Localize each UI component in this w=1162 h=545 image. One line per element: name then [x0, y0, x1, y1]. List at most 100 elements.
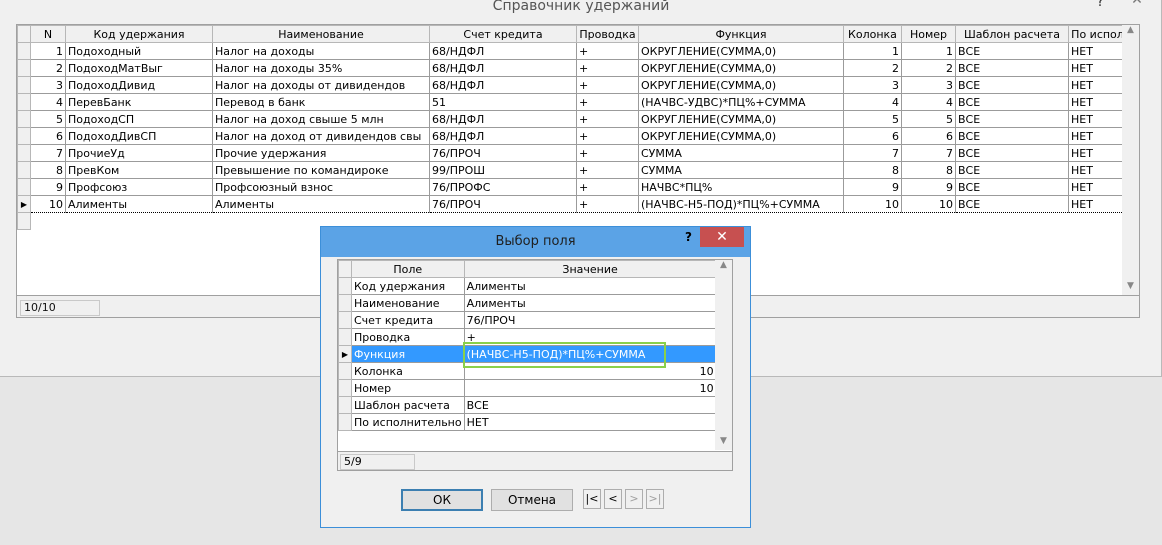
cell-posting[interactable]: + — [576, 178, 639, 196]
cell-posting[interactable]: + — [576, 93, 639, 111]
cell-num[interactable]: 5 — [901, 110, 956, 128]
cell-name[interactable]: Прочие удержания — [212, 144, 430, 162]
field-name-cell[interactable]: Наименование — [351, 294, 465, 312]
dialog-help-button[interactable]: ? — [685, 230, 692, 244]
cell-code[interactable]: ПревКом — [65, 161, 213, 179]
cell-func[interactable]: (НАЧВС-УДВС)*ПЦ%+СУММА — [638, 93, 844, 111]
field-grid-scrollbar[interactable]: ▲ ▼ — [715, 260, 732, 450]
cell-exec[interactable]: НЕТ — [1068, 59, 1127, 77]
grid-vertical-scrollbar[interactable]: ▲ ▼ — [1122, 25, 1139, 295]
help-button[interactable]: ? — [1097, 0, 1104, 9]
cell-posting[interactable]: + — [576, 42, 639, 60]
cell-func[interactable]: ОКРУГЛЕНИЕ(СУММА,0) — [638, 42, 844, 60]
cell-exec[interactable]: НЕТ — [1068, 178, 1127, 196]
column-header[interactable]: Значение — [463, 260, 717, 278]
cell-num[interactable]: 2 — [901, 59, 956, 77]
field-name-cell[interactable]: Шаблон расчета — [351, 396, 465, 414]
cell-n[interactable]: 10 — [30, 195, 66, 213]
column-header[interactable]: По испол — [1068, 25, 1127, 43]
field-row[interactable]: Наименование Алименты — [338, 294, 717, 312]
field-value-cell[interactable]: Алименты — [463, 277, 717, 295]
cell-n[interactable]: 9 — [30, 178, 66, 196]
cell-col[interactable]: 10 — [843, 195, 902, 213]
next-record-button[interactable]: > — [625, 489, 643, 509]
column-header[interactable]: Счет кредита — [429, 25, 577, 43]
table-row[interactable]: 2 ПодоходМатВыг Налог на доходы 35% 68/НДФЛ… — [17, 59, 1127, 77]
cell-name[interactable]: Налог на доходы 35% — [212, 59, 430, 77]
cell-account[interactable]: 51 — [429, 93, 577, 111]
field-name-cell[interactable]: Номер — [351, 379, 465, 397]
field-name-cell[interactable]: Код удержания — [351, 277, 465, 295]
cell-num[interactable]: 7 — [901, 144, 956, 162]
cell-exec[interactable]: НЕТ — [1068, 42, 1127, 60]
close-button[interactable]: ✕ — [1120, 0, 1154, 12]
cell-posting[interactable]: + — [576, 110, 639, 128]
cell-tmpl[interactable]: ВСЕ — [955, 195, 1069, 213]
cell-num[interactable]: 10 — [901, 195, 956, 213]
cell-account[interactable]: 68/НДФЛ — [429, 127, 577, 145]
cell-tmpl[interactable]: ВСЕ — [955, 59, 1069, 77]
cell-name[interactable]: Алименты — [212, 195, 430, 213]
cell-tmpl[interactable]: ВСЕ — [955, 93, 1069, 111]
cell-num[interactable]: 6 — [901, 127, 956, 145]
cell-exec[interactable]: НЕТ — [1068, 127, 1127, 145]
cell-func[interactable]: СУММА — [638, 144, 844, 162]
column-header[interactable]: Шаблон расчета — [955, 25, 1069, 43]
table-row[interactable]: 3 ПодоходДивид Налог на доходы от дивиденд… — [17, 76, 1127, 94]
column-header[interactable]: Функция — [638, 25, 844, 43]
cell-n[interactable]: 6 — [30, 127, 66, 145]
cell-account[interactable]: 76/ПРОЧ — [429, 144, 577, 162]
table-row[interactable]: 7 ПрочиеУд Прочие удержания 76/ПРОЧ + СУММА 7 7… — [17, 144, 1127, 162]
cell-n[interactable]: 1 — [30, 42, 66, 60]
cell-account[interactable]: 99/ПРОШ — [429, 161, 577, 179]
cell-account[interactable]: 76/ПРОЧ — [429, 195, 577, 213]
field-value-cell[interactable]: 10 — [463, 379, 717, 397]
cell-code[interactable]: Алименты — [65, 195, 213, 213]
cell-func[interactable]: ОКРУГЛЕНИЕ(СУММА,0) — [638, 110, 844, 128]
cell-col[interactable]: 2 — [843, 59, 902, 77]
cell-col[interactable]: 4 — [843, 93, 902, 111]
cell-num[interactable]: 3 — [901, 76, 956, 94]
cell-n[interactable]: 3 — [30, 76, 66, 94]
cell-code[interactable]: ПодоходДивид — [65, 76, 213, 94]
cell-name[interactable]: Профсоюзный взнос — [212, 178, 430, 196]
cell-col[interactable]: 1 — [843, 42, 902, 60]
cell-name[interactable]: Налог на доходы — [212, 42, 430, 60]
cell-col[interactable]: 9 — [843, 178, 902, 196]
cell-func[interactable]: ОКРУГЛЕНИЕ(СУММА,0) — [638, 127, 844, 145]
field-row[interactable]: Шаблон расчета ВСЕ — [338, 396, 717, 414]
last-record-button[interactable]: >| — [646, 489, 664, 509]
cell-tmpl[interactable]: ВСЕ — [955, 161, 1069, 179]
table-row[interactable]: 6 ПодоходДивСП Налог на доход от дивидендо… — [17, 127, 1127, 145]
cell-exec[interactable]: НЕТ — [1068, 110, 1127, 128]
table-row[interactable]: 5 ПодоходСП Налог на доход свыше 5 млн 68/Н… — [17, 110, 1127, 128]
cell-account[interactable]: 68/НДФЛ — [429, 59, 577, 77]
cell-n[interactable]: 8 — [30, 161, 66, 179]
cell-account[interactable]: 68/НДФЛ — [429, 110, 577, 128]
cancel-button[interactable]: Отмена — [491, 489, 573, 511]
cell-posting[interactable]: + — [576, 195, 639, 213]
column-header[interactable]: Поле — [351, 260, 465, 278]
cell-num[interactable]: 8 — [901, 161, 956, 179]
cell-posting[interactable]: + — [576, 59, 639, 77]
cell-name[interactable]: Налог на доходы от дивидендов — [212, 76, 430, 94]
field-row[interactable]: Счет кредита 76/ПРОЧ — [338, 311, 717, 329]
cell-code[interactable]: Подоходный — [65, 42, 213, 60]
cell-tmpl[interactable]: ВСЕ — [955, 144, 1069, 162]
cell-func[interactable]: СУММА — [638, 161, 844, 179]
column-header[interactable]: N — [30, 25, 66, 43]
cell-name[interactable]: Налог на доход от дивидендов свы — [212, 127, 430, 145]
field-row[interactable]: Код удержания Алименты — [338, 277, 717, 295]
table-row[interactable]: 4 ПеревБанк Перевод в банк 51 + (НАЧВС-УДВС)*… — [17, 93, 1127, 111]
cell-n[interactable]: 5 — [30, 110, 66, 128]
field-name-cell[interactable]: Проводка — [351, 328, 465, 346]
cell-posting[interactable]: + — [576, 161, 639, 179]
dialog-close-button[interactable]: ✕ — [700, 227, 744, 247]
cell-n[interactable]: 4 — [30, 93, 66, 111]
cell-func[interactable]: ОКРУГЛЕНИЕ(СУММА,0) — [638, 59, 844, 77]
first-record-button[interactable]: |< — [583, 489, 601, 509]
cell-tmpl[interactable]: ВСЕ — [955, 42, 1069, 60]
cell-code[interactable]: ПеревБанк — [65, 93, 213, 111]
field-value-cell[interactable]: НЕТ — [463, 413, 717, 431]
cell-col[interactable]: 8 — [843, 161, 902, 179]
